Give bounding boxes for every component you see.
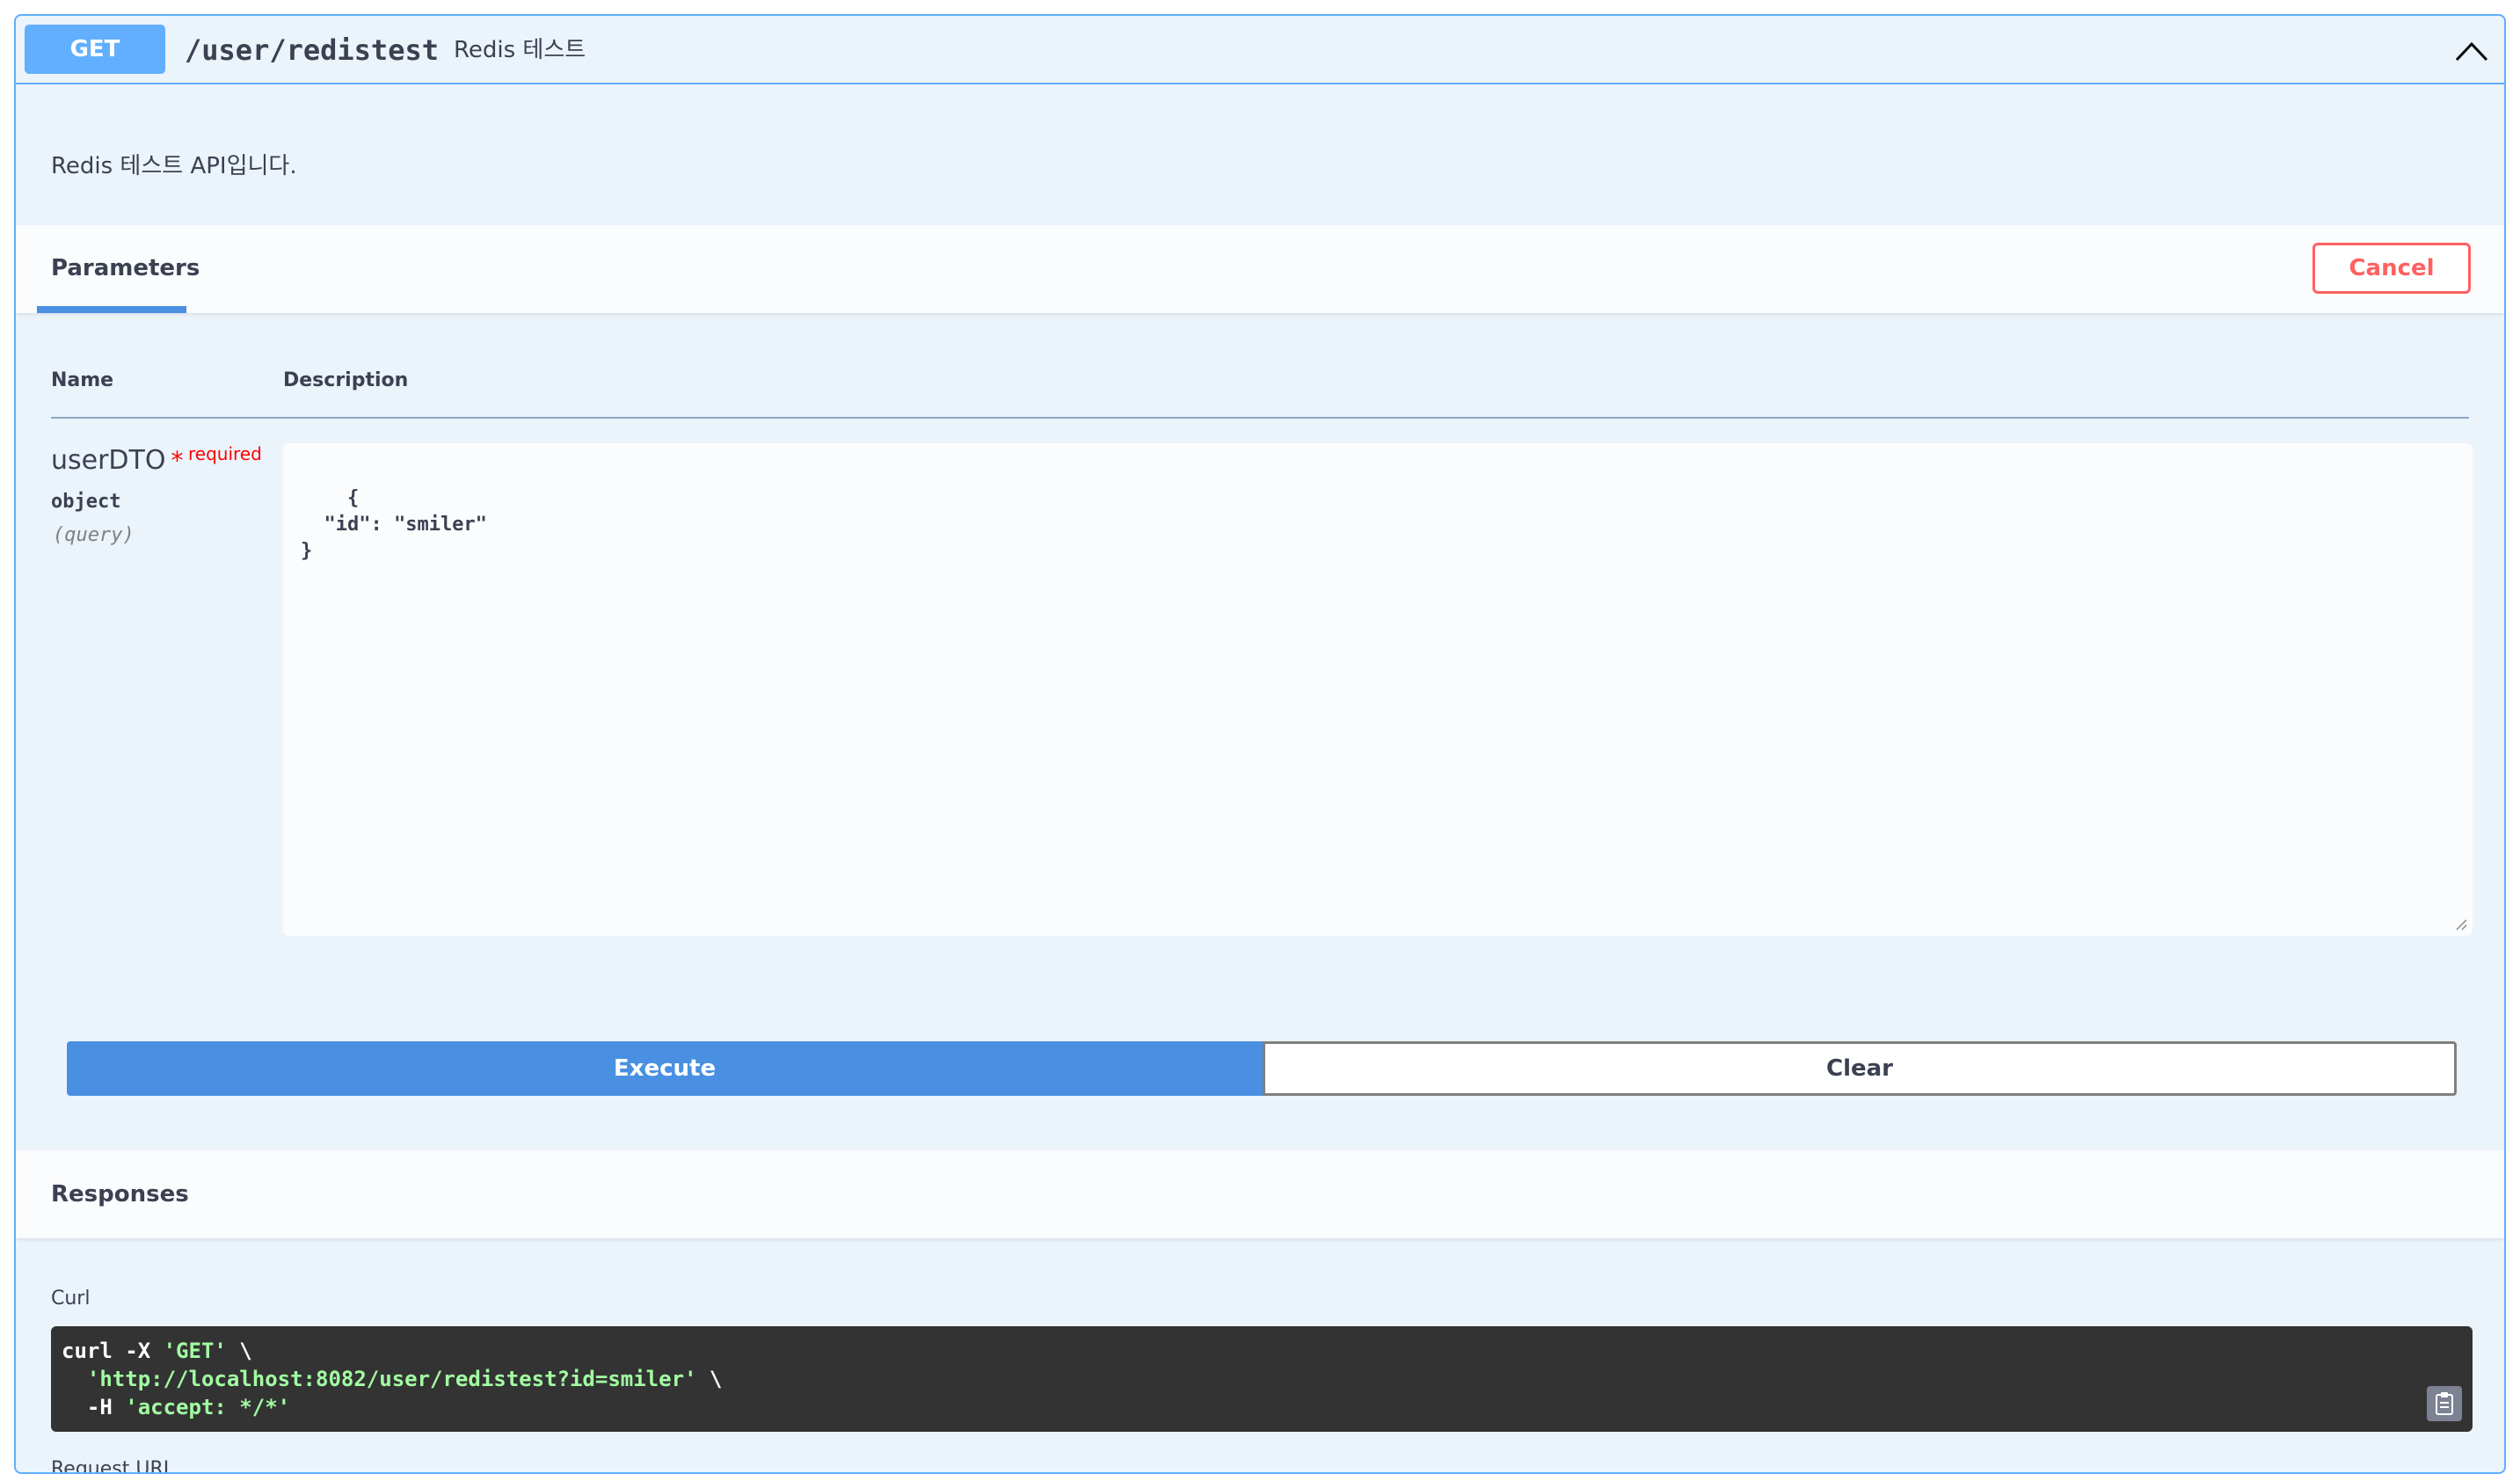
param-value-textarea[interactable]: { "id": "smiler" } <box>283 443 2473 936</box>
responses-section-header: Responses <box>16 1150 2504 1238</box>
chevron-up-icon[interactable] <box>2451 35 2492 65</box>
param-type: object <box>51 491 121 513</box>
curl-code-block: curl -X 'GET' \ 'http://localhost:8082/u… <box>51 1326 2473 1432</box>
copy-to-clipboard-button[interactable] <box>2427 1386 2462 1421</box>
param-location: (query) <box>53 524 135 546</box>
curl-label: Curl <box>51 1288 91 1310</box>
curl-url: 'http://localhost:8082/user/redistest?id… <box>86 1367 697 1391</box>
curl-header-flag: -H <box>62 1395 126 1419</box>
column-header-description: Description <box>283 369 409 391</box>
clear-button[interactable]: Clear <box>1263 1041 2457 1096</box>
table-header-divider <box>51 417 2469 419</box>
clipboard-icon <box>2436 1392 2453 1415</box>
param-name-text: userDTO <box>51 445 166 476</box>
param-name: userDTO * <box>51 445 183 476</box>
operation-summary-text: Redis 테스트 <box>454 37 586 63</box>
curl-method: 'GET' <box>163 1339 227 1363</box>
operation-summary[interactable]: GET /user/redistest Redis 테스트 <box>16 16 2504 84</box>
curl-header-value: 'accept: */*' <box>125 1395 291 1419</box>
resize-handle-icon[interactable] <box>2453 916 2467 930</box>
operation-path: /user/redistest <box>185 33 439 67</box>
curl-line2-tail: \ <box>696 1367 723 1391</box>
responses-title: Responses <box>51 1181 189 1208</box>
operation-block-get-redistest: GET /user/redistest Redis 테스트 Redis 테스트 … <box>14 14 2506 1474</box>
cancel-button[interactable]: Cancel <box>2312 243 2471 294</box>
parameters-section-header: Parameters Cancel <box>16 225 2504 313</box>
execute-button-group: Execute Clear <box>67 1041 2457 1096</box>
tab-active-indicator <box>37 306 186 313</box>
required-star: * <box>171 446 184 475</box>
curl-indent <box>62 1367 87 1391</box>
column-header-name: Name <box>51 369 114 391</box>
execute-button[interactable]: Execute <box>67 1041 1263 1096</box>
tab-parameters[interactable]: Parameters <box>51 225 200 313</box>
curl-cmd: curl -X <box>62 1339 164 1363</box>
request-url-label: Request URL <box>51 1458 175 1474</box>
curl-line1-tail: \ <box>226 1339 252 1363</box>
operation-description: Redis 테스트 API입니다. <box>51 153 297 179</box>
param-required-label: required <box>188 443 262 464</box>
param-value-text: { "id": "smiler" } <box>301 487 487 562</box>
http-method-badge: GET <box>25 25 165 74</box>
